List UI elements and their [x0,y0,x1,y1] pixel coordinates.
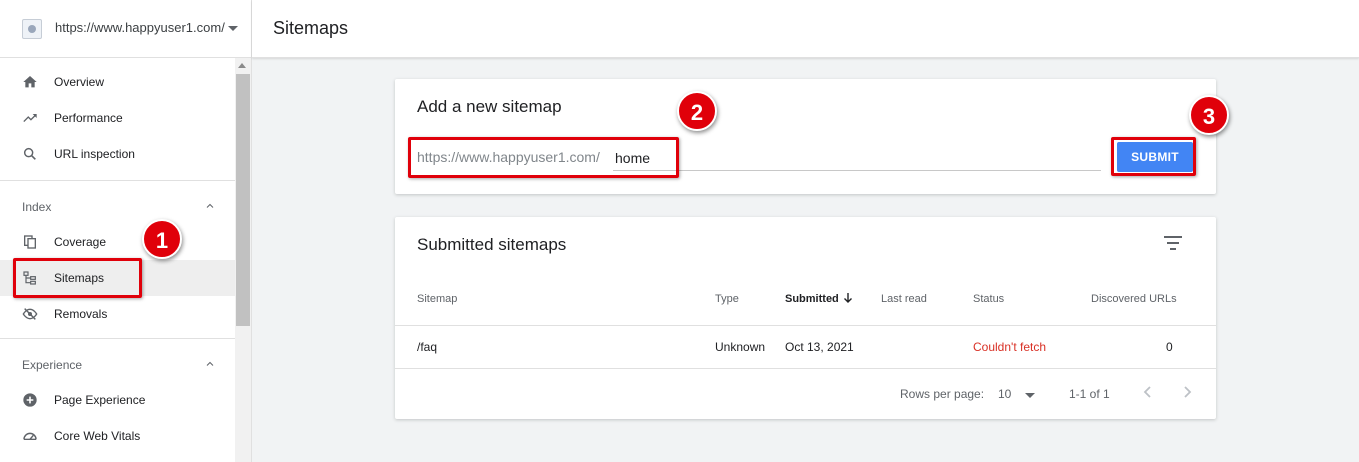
copy-icon [24,235,36,249]
sidebar-scroll-thumb[interactable] [236,74,250,326]
sidebar-item-coverage[interactable]: Coverage [0,224,235,260]
sidebar-divider [0,180,235,181]
sidebar-item-page-experience[interactable]: Page Experience [0,382,235,418]
cell-discovered-urls: 0 [1166,340,1173,354]
annotation-highlight-sitemaps [13,258,142,298]
section-label: Experience [22,358,83,372]
property-selector[interactable]: https://www.happyuser1.com/ [0,0,251,58]
page-header: Sitemaps [252,0,1359,58]
sidebar-item-performance[interactable]: Performance [0,100,235,136]
search-icon [23,147,36,160]
sidebar-item-overview[interactable]: Overview [0,64,235,100]
column-header-discovered-urls[interactable]: Discovered URLs [1091,293,1177,305]
annotation-marker-3: 3 [1189,95,1229,135]
sidebar-divider [0,338,235,339]
annotation-highlight-submit [1111,137,1196,176]
dropdown-caret-icon[interactable] [228,26,238,31]
pagination-range: 1-1 of 1 [1069,387,1110,401]
chevron-right-icon[interactable] [1180,383,1194,401]
gauge-icon [23,432,37,440]
cell-sitemap: /faq [417,340,438,354]
section-experience-header[interactable]: Experience [0,346,235,382]
plus-circle-icon [23,393,37,407]
rows-per-page-select[interactable]: 10 [998,387,1011,401]
section-index-header[interactable]: Index [0,188,235,224]
sidebar-item-core-web-vitals[interactable]: Core Web Vitals [0,418,235,454]
chevron-up-icon [206,203,214,208]
eye-off-icon [22,308,38,320]
sidebar-item-url-inspection[interactable]: URL inspection [0,136,235,172]
sidebar-item-label: Page Experience [54,393,146,407]
column-header-submitted[interactable]: Submitted [785,293,839,305]
chevron-up-icon [206,361,214,366]
annotation-marker-1: 1 [142,219,182,259]
cell-type: Unknown [715,340,766,354]
annotation-highlight-url-input [408,137,679,178]
sidebar-item-label: Core Web Vitals [54,429,141,443]
sidebar-item-label: Overview [54,75,105,89]
column-header-last-read[interactable]: Last read [881,293,927,305]
column-header-sitemap[interactable]: Sitemap [417,293,457,305]
scroll-up-arrow-icon[interactable] [238,63,246,68]
sidebar: https://www.happyuser1.com/ Overview Per… [0,0,252,462]
column-header-type[interactable]: Type [715,293,739,305]
sitemap-url-input[interactable] [613,145,1101,171]
table-divider [395,368,1216,369]
sidebar-item-label: URL inspection [54,147,135,161]
sidebar-item-label: Coverage [54,235,107,249]
table-divider [395,325,1216,326]
chevron-left-icon[interactable] [1141,383,1155,401]
section-label: Index [22,200,52,214]
rows-per-page-caret-icon[interactable] [1025,393,1035,398]
filter-icon[interactable] [1163,235,1183,251]
cell-submitted: Oct 13, 2021 [785,340,854,354]
annotation-marker-2: 2 [677,91,717,131]
rows-per-page-label: Rows per page: [900,387,985,401]
site-favicon-icon [22,19,42,39]
sidebar-item-label: Removals [54,307,108,321]
submitted-sitemaps-card: Submitted sitemaps Sitemap Type Submitte… [395,217,1216,419]
column-header-status[interactable]: Status [973,293,1004,305]
cell-status: Couldn't fetch [973,340,1047,354]
arrow-down-icon[interactable] [843,292,853,304]
property-url: https://www.happyuser1.com/ [55,20,225,35]
home-icon [23,76,37,88]
sidebar-item-removals[interactable]: Removals [0,296,235,332]
submitted-sitemaps-title: Submitted sitemaps [417,235,567,254]
trending-up-icon [23,114,37,122]
page-title: Sitemaps [273,18,349,38]
add-sitemap-title: Add a new sitemap [417,97,562,116]
sidebar-item-label: Performance [54,111,123,125]
